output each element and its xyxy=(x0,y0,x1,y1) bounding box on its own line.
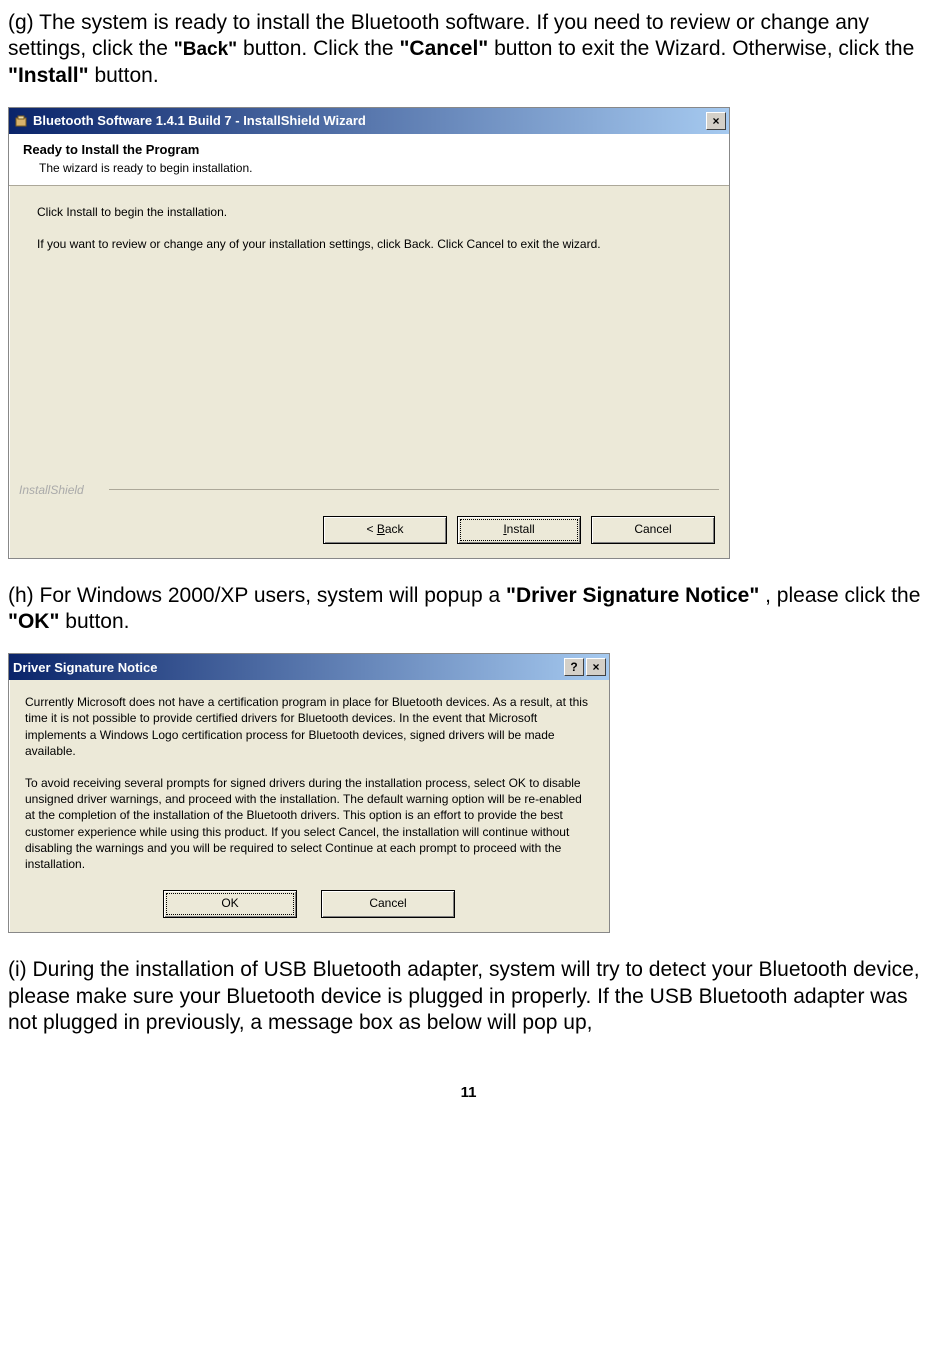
body-text-2: To avoid receiving several prompts for s… xyxy=(25,775,593,872)
installshield-brand: InstallShield xyxy=(19,482,84,498)
cancel-button[interactable]: Cancel xyxy=(321,890,455,918)
paragraph-i: (i) During the installation of USB Bluet… xyxy=(8,957,929,1036)
dialog-body: Currently Microsoft does not have a cert… xyxy=(9,680,609,884)
text: button. Click the xyxy=(243,37,399,60)
text: (h) For Windows 2000/XP users, system wi… xyxy=(8,584,506,607)
text: button. xyxy=(94,64,158,87)
install-button[interactable]: Install xyxy=(457,516,581,544)
text: ack xyxy=(385,522,404,536)
dialog-footer: OK Cancel xyxy=(9,884,609,932)
divider xyxy=(109,489,719,490)
bold-dsn: "Driver Signature Notice" xyxy=(506,584,759,607)
body-text-1: Click Install to begin the installation. xyxy=(37,204,701,220)
installer-icon xyxy=(13,113,29,129)
text: < xyxy=(366,522,376,536)
bold-install: "Install" xyxy=(8,64,89,87)
help-button[interactable]: ? xyxy=(564,658,584,676)
dialog-header: Ready to Install the Program The wizard … xyxy=(9,134,729,186)
cancel-button[interactable]: Cancel xyxy=(591,516,715,544)
ok-button[interactable]: OK xyxy=(163,890,297,918)
header-subtitle: The wizard is ready to begin installatio… xyxy=(23,161,715,175)
accel: B xyxy=(377,522,385,536)
text: button. xyxy=(65,610,129,633)
paragraph-g: (g) The system is ready to install the B… xyxy=(8,10,929,89)
driver-signature-dialog: Driver Signature Notice ? × Currently Mi… xyxy=(8,653,610,933)
text: , please click the xyxy=(765,584,920,607)
dialog-body: Click Install to begin the installation.… xyxy=(9,186,729,504)
page-number: 11 xyxy=(8,1084,929,1101)
bold-back: "Back" xyxy=(174,39,237,60)
text: button to exit the Wizard. Otherwise, cl… xyxy=(494,37,914,60)
back-button[interactable]: < Back xyxy=(323,516,447,544)
installshield-dialog: Bluetooth Software 1.4.1 Build 7 - Insta… xyxy=(8,107,730,559)
titlebar-text: Bluetooth Software 1.4.1 Build 7 - Insta… xyxy=(33,113,366,128)
close-button[interactable]: × xyxy=(586,658,606,676)
close-button[interactable]: × xyxy=(706,112,726,130)
bold-cancel: "Cancel" xyxy=(399,37,488,60)
body-text-1: Currently Microsoft does not have a cert… xyxy=(25,694,593,759)
header-title: Ready to Install the Program xyxy=(23,142,715,157)
text: nstall xyxy=(507,522,535,536)
bold-ok: "OK" xyxy=(8,610,59,633)
dialog-footer: < Back Install Cancel xyxy=(9,504,729,558)
paragraph-h: (h) For Windows 2000/XP users, system wi… xyxy=(8,583,929,636)
titlebar-text: Driver Signature Notice xyxy=(13,660,158,675)
body-text-2: If you want to review or change any of y… xyxy=(37,236,701,252)
titlebar[interactable]: Driver Signature Notice ? × xyxy=(9,654,609,680)
titlebar[interactable]: Bluetooth Software 1.4.1 Build 7 - Insta… xyxy=(9,108,729,134)
